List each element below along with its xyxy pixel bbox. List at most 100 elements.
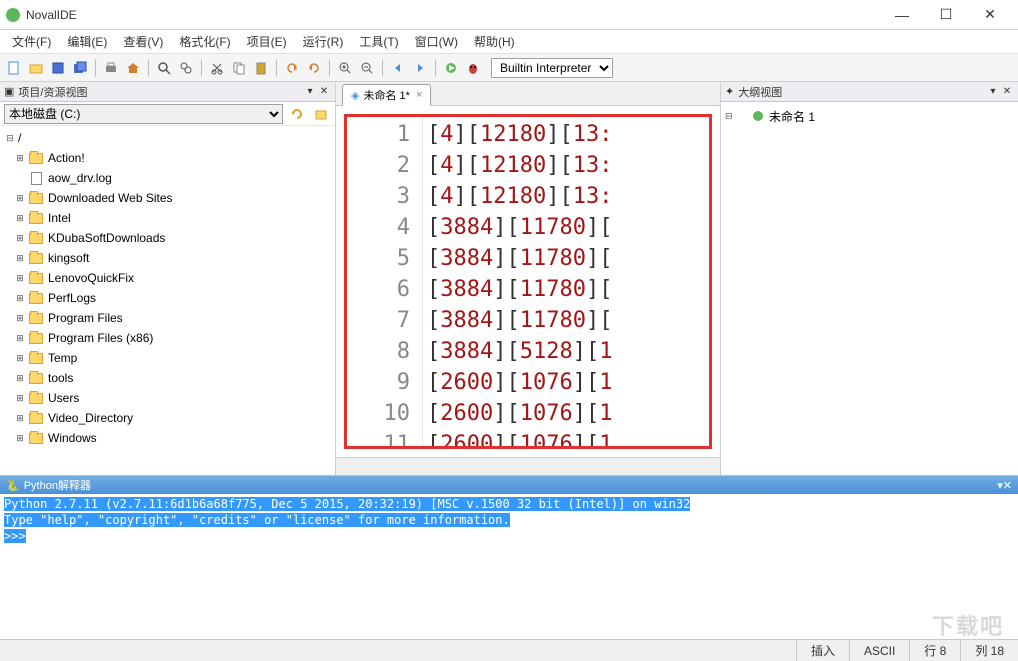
maximize-button[interactable]: ☐ [924, 0, 968, 30]
find-files-icon[interactable] [176, 58, 196, 78]
tree-row[interactable]: ⊞ tools [0, 368, 335, 388]
expand-icon[interactable] [14, 172, 26, 184]
separator [435, 59, 436, 77]
tree-row[interactable]: ⊞Video_Directory [0, 408, 335, 428]
tree-row[interactable]: ⊞ PerfLogs [0, 288, 335, 308]
print-icon[interactable] [101, 58, 121, 78]
outline-item[interactable]: ⊟ 未命名 1 [725, 106, 1014, 126]
tree-label: Users [48, 391, 79, 405]
tree-label: tools [48, 371, 73, 385]
tree-row[interactable]: ⊞LenovoQuickFix [0, 268, 335, 288]
expand-icon[interactable]: ⊞ [14, 412, 26, 424]
refresh-icon[interactable] [287, 104, 307, 124]
tree-row[interactable]: ⊞KDubaSoftDownloads [0, 228, 335, 248]
folder-icon [28, 371, 44, 385]
expand-icon[interactable]: ⊞ [14, 232, 26, 244]
redo-icon[interactable] [304, 58, 324, 78]
interpreter-select[interactable]: Builtin Interpreter [491, 58, 613, 78]
tree-root[interactable]: ⊟ / [0, 128, 335, 148]
folder-icon [28, 311, 44, 325]
code-area[interactable]: [4][12180][13:[4][12180][13:[4][12180][1… [423, 117, 709, 446]
expand-icon[interactable]: ⊞ [14, 292, 26, 304]
window-title: NovalIDE [26, 8, 880, 22]
separator [329, 59, 330, 77]
tree-row[interactable]: ⊞ Users [0, 388, 335, 408]
expand-icon[interactable]: ⊞ [14, 212, 26, 224]
tree-row[interactable]: ⊞Windows [0, 428, 335, 448]
menu-item[interactable]: 格式化(F) [171, 31, 238, 52]
editor-tab[interactable]: ◈ 未命名 1* × [342, 84, 431, 106]
minimize-button[interactable]: — [880, 0, 924, 30]
expand-icon[interactable]: ⊞ [14, 332, 26, 344]
tree-row[interactable]: ⊞Action! [0, 148, 335, 168]
tree-row[interactable]: ⊞ kingsoft [0, 248, 335, 268]
menu-item[interactable]: 帮助(H) [466, 31, 523, 52]
folder-icon [28, 271, 44, 285]
tree-row[interactable]: ⊞ Program Files (x86) [0, 328, 335, 348]
outline-body: ⊟ 未命名 1 [721, 102, 1018, 475]
expand-icon[interactable]: ⊞ [14, 432, 26, 444]
home-icon[interactable] [123, 58, 143, 78]
folder-icon [28, 351, 44, 365]
expand-icon[interactable]: ⊞ [14, 392, 26, 404]
panel-close-icon[interactable]: ✕ [1003, 479, 1012, 492]
expand-icon[interactable]: ⊞ [14, 152, 26, 164]
expand-icon[interactable]: ⊞ [14, 272, 26, 284]
new-file-icon[interactable] [4, 58, 24, 78]
panel-close-icon[interactable]: ✕ [317, 85, 331, 99]
nav-back-icon[interactable] [388, 58, 408, 78]
paste-icon[interactable] [251, 58, 271, 78]
tree-label: PerfLogs [48, 291, 96, 305]
drive-select[interactable]: 本地磁盘 (C:) [4, 104, 283, 124]
menu-item[interactable]: 工具(T) [351, 31, 406, 52]
new-folder-icon[interactable] [311, 104, 331, 124]
run-icon[interactable] [441, 58, 461, 78]
save-icon[interactable] [48, 58, 68, 78]
copy-icon[interactable] [229, 58, 249, 78]
expand-icon[interactable]: ⊞ [14, 352, 26, 364]
tree-row[interactable]: ⊞Temp [0, 348, 335, 368]
file-tree[interactable]: ⊟ / ⊞Action!aow_drv.log⊞Downloaded Web S… [0, 126, 335, 475]
tree-row[interactable]: ⊞Downloaded Web Sites [0, 188, 335, 208]
cut-icon[interactable] [207, 58, 227, 78]
panel-minimize-icon[interactable]: ▾ [303, 85, 317, 99]
tree-row[interactable]: ⊞Program Files [0, 308, 335, 328]
zoom-in-icon[interactable] [335, 58, 355, 78]
debug-icon[interactable] [463, 58, 483, 78]
collapse-icon[interactable]: ⊟ [4, 132, 16, 144]
menu-item[interactable]: 查看(V) [115, 31, 171, 52]
menu-item[interactable]: 编辑(E) [59, 31, 115, 52]
undo-icon[interactable] [282, 58, 302, 78]
tree-label: kingsoft [48, 251, 89, 265]
python-icon: 🐍 [6, 479, 20, 492]
find-icon[interactable] [154, 58, 174, 78]
titlebar: NovalIDE — ☐ ✕ [0, 0, 1018, 30]
save-all-icon[interactable] [70, 58, 90, 78]
tree-row[interactable]: ⊞ Intel [0, 208, 335, 228]
collapse-icon[interactable]: ⊟ [725, 111, 737, 122]
nav-forward-icon[interactable] [410, 58, 430, 78]
menu-item[interactable]: 项目(E) [239, 31, 295, 52]
separator [95, 59, 96, 77]
panel-close-icon[interactable]: ✕ [1000, 85, 1014, 99]
tree-label: Intel [48, 211, 71, 225]
tree-label: Program Files (x86) [48, 331, 153, 345]
menu-item[interactable]: 文件(F) [4, 31, 59, 52]
expand-icon[interactable]: ⊞ [14, 192, 26, 204]
expand-icon[interactable]: ⊞ [14, 372, 26, 384]
open-icon[interactable] [26, 58, 46, 78]
separator [382, 59, 383, 77]
expand-icon[interactable]: ⊞ [14, 312, 26, 324]
console-output[interactable]: Python 2.7.11 (v2.7.11:6d1b6a68f775, Dec… [0, 494, 1018, 639]
expand-icon[interactable]: ⊞ [14, 252, 26, 264]
tree-row[interactable]: aow_drv.log [0, 168, 335, 188]
close-button[interactable]: ✕ [968, 0, 1012, 30]
outline-panel: ✦ 大纲视图 ▾ ✕ ⊟ 未命名 1 [720, 82, 1018, 475]
panel-minimize-icon[interactable]: ▾ [986, 85, 1000, 99]
console-title: Python解释器 [24, 477, 91, 493]
zoom-out-icon[interactable] [357, 58, 377, 78]
tab-close-icon[interactable]: × [416, 89, 422, 101]
horizontal-scrollbar[interactable] [336, 457, 720, 475]
menu-item[interactable]: 运行(R) [295, 31, 352, 52]
menu-item[interactable]: 窗口(W) [407, 31, 466, 52]
